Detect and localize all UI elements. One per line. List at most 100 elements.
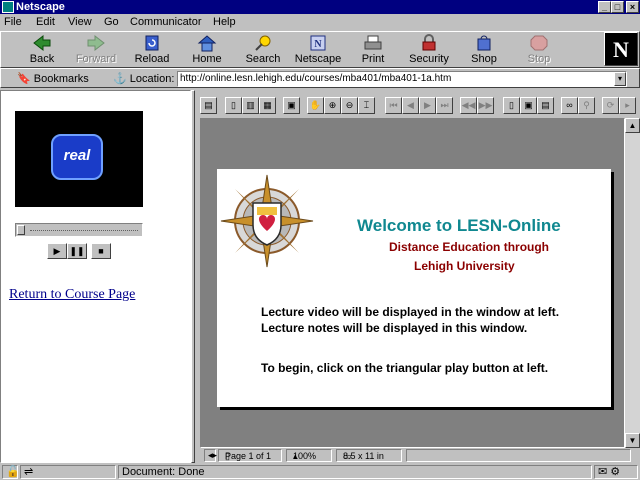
pdf-size-text: 8.5 x 11 in — [343, 451, 384, 461]
pdf-horizontal-scrollbar[interactable] — [406, 449, 631, 462]
pdf-zoom-indicator[interactable]: ▴ 100% — [286, 449, 332, 462]
fit-width-icon: ▤ — [541, 100, 550, 110]
pdf-next-page-button[interactable]: ▶ — [419, 97, 436, 114]
pdf-first-page-button[interactable]: ⏮ — [385, 97, 402, 114]
zoom-out-icon: ⊖ — [345, 100, 354, 110]
reload-label: Reload — [134, 53, 170, 65]
pdf-bookmarks-button[interactable]: ▥ — [242, 97, 259, 114]
pause-icon: ❚❚ — [69, 246, 85, 256]
close-button[interactable]: × — [626, 1, 639, 13]
pause-button[interactable]: ❚❚ — [67, 243, 87, 259]
select-text-icon: ⌶ — [363, 100, 370, 110]
netscape-button[interactable]: N Netscape — [293, 34, 343, 68]
page-proxy-icon[interactable]: ⚓ — [113, 73, 127, 85]
reload-button[interactable]: Reload — [127, 34, 177, 68]
title-bar[interactable]: Netscape _ □ × — [0, 0, 640, 14]
pdf-go-back-button[interactable]: ◀◀ — [460, 97, 477, 114]
instruction-notes: Lecture notes will be displayed in this … — [261, 321, 528, 335]
next-page-icon: ▶ — [424, 100, 431, 110]
pdf-vertical-scrollbar[interactable]: ▲ ▼ — [625, 118, 640, 448]
pdf-zoom-in-tool[interactable]: ⊕ — [324, 97, 341, 114]
pdf-find-button[interactable]: ∞ — [561, 97, 578, 114]
video-display[interactable]: real — [15, 111, 143, 207]
lehigh-compass-seal-icon — [220, 174, 314, 268]
pdf-last-page-button[interactable]: ⏭ — [436, 97, 453, 114]
url-dropdown-button[interactable]: ▾ — [614, 72, 626, 86]
back-button[interactable]: Back — [17, 34, 67, 68]
pdf-hand-tool[interactable]: ✋ — [307, 97, 324, 114]
security-status-icon[interactable]: 🔓 — [2, 465, 20, 479]
pdf-rotate-button[interactable]: ⟳ — [602, 97, 619, 114]
bookmarks-panel-icon: ▥ — [246, 100, 255, 110]
pdf-fit-width-button[interactable]: ▤ — [537, 97, 554, 114]
play-icon: ▶ — [53, 246, 61, 256]
pdf-find-again-button[interactable]: ⚲ — [578, 97, 595, 114]
pdf-thumbnails-button[interactable]: ▦ — [259, 97, 276, 114]
shop-icon — [477, 35, 491, 51]
pdf-go-forward-button[interactable]: ▶▶ — [477, 97, 494, 114]
pdf-more-button[interactable]: ▸ — [619, 97, 636, 114]
menu-communicator[interactable]: Communicator — [130, 15, 202, 29]
pdf-page-only-button[interactable]: ▯ — [225, 97, 242, 114]
menu-go[interactable]: Go — [104, 15, 119, 29]
pdf-zoom-text: 100% — [293, 451, 317, 461]
stop-playback-button[interactable]: ■ — [91, 243, 111, 259]
security-button[interactable]: Security — [404, 34, 454, 68]
pdf-print-button[interactable]: ▤ — [200, 97, 217, 114]
pdf-page-text: Page 1 of 1 — [225, 451, 272, 461]
zoom-in-icon: ⊕ — [328, 100, 337, 110]
bookmarks-icon: 🔖 — [17, 73, 31, 85]
search-icon — [255, 35, 271, 51]
play-button[interactable]: ▶ — [47, 243, 67, 259]
pdf-split-handle-icon[interactable]: ◂▸ — [204, 449, 217, 462]
forward-button[interactable]: Forward — [71, 34, 121, 68]
stop-button[interactable]: Stop — [514, 34, 564, 68]
seek-thumb[interactable] — [17, 225, 25, 235]
pdf-select-text-tool[interactable]: ⌶ — [358, 97, 375, 114]
pdf-actual-size-button[interactable]: ▯ — [503, 97, 520, 114]
menu-help[interactable]: Help — [213, 15, 236, 29]
connection-status-icon: ⇌ — [20, 465, 116, 479]
home-label: Home — [192, 53, 222, 65]
menu-edit[interactable]: Edit — [36, 15, 55, 29]
shop-label: Shop — [471, 53, 497, 65]
first-page-icon: ⏮ — [389, 100, 398, 110]
scroll-down-button[interactable]: ▼ — [625, 433, 640, 448]
menu-file[interactable]: File — [4, 15, 22, 29]
scroll-up-button[interactable]: ▲ — [625, 118, 640, 133]
last-page-icon: ⏭ — [440, 100, 449, 110]
stop-icon — [530, 35, 548, 51]
pdf-page-indicator[interactable]: ▯ Page 1 of 1 — [218, 449, 282, 462]
seek-slider[interactable] — [15, 223, 143, 237]
maximize-button[interactable]: □ — [611, 1, 624, 13]
seek-track — [30, 230, 138, 231]
netscape-throbber-logo[interactable]: N — [604, 32, 638, 66]
menu-view[interactable]: View — [68, 15, 92, 29]
more-icon: ▸ — [625, 100, 630, 110]
return-to-course-link[interactable]: Return to Course Page — [9, 287, 135, 303]
welcome-title: Welcome to LESN-Online — [357, 216, 561, 235]
pdf-fullscreen-button[interactable]: ▣ — [283, 97, 300, 114]
search-button[interactable]: Search — [238, 34, 288, 68]
pdf-previous-page-button[interactable]: ◀ — [402, 97, 419, 114]
minimize-button[interactable]: _ — [598, 1, 611, 13]
pdf-fit-page-button[interactable]: ▣ — [520, 97, 537, 114]
status-text: Document: Done — [118, 465, 592, 479]
home-icon — [197, 35, 217, 52]
pdf-document-area[interactable]: Welcome to LESN-Online Distance Educatio… — [200, 118, 625, 448]
scroll-down-icon: ▼ — [628, 436, 637, 445]
search-label: Search — [245, 53, 281, 65]
shop-button[interactable]: Shop — [459, 34, 509, 68]
component-bar-icons[interactable]: ✉ ⚙ — [594, 465, 638, 479]
pdf-page: Welcome to LESN-Online Distance Educatio… — [217, 169, 611, 407]
bookmarks-button[interactable]: 🔖 Bookmarks — [17, 72, 89, 85]
hand-icon: ✋ — [309, 100, 322, 110]
print-button[interactable]: Print — [348, 34, 398, 68]
url-field[interactable]: http://online.lesn.lehigh.edu/courses/mb… — [177, 71, 627, 87]
security-lock-icon — [422, 34, 436, 51]
video-frame: real ▶ ❚❚ ■ Return to Course Page — [0, 90, 191, 463]
location-toolbar: 🔖 Bookmarks ⚓ Location: http://online.le… — [0, 68, 640, 88]
home-button[interactable]: Home — [182, 34, 232, 68]
print-icon — [364, 35, 382, 50]
pdf-zoom-out-tool[interactable]: ⊖ — [341, 97, 358, 114]
